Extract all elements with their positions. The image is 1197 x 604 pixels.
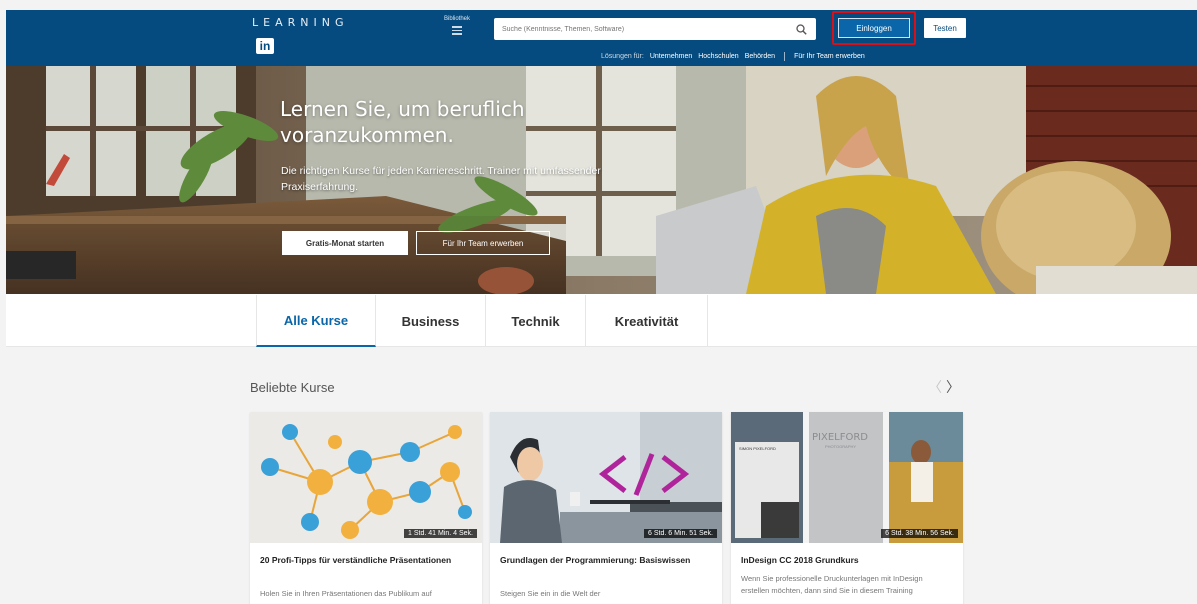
library-label: Bibliothek bbox=[443, 16, 470, 22]
solutions-link-universities[interactable]: Hochschulen bbox=[698, 53, 738, 60]
search-icon bbox=[795, 23, 807, 35]
start-free-month-button[interactable]: Gratis-Monat starten bbox=[282, 231, 408, 255]
hero-background-image bbox=[6, 66, 1197, 294]
course-card[interactable]: SIMON PIXELFORD PIXELFORD PHOTOGRAPHY 6 … bbox=[731, 412, 963, 604]
solutions-link-government[interactable]: Behörden bbox=[745, 53, 775, 60]
solutions-link-companies[interactable]: Unternehmen bbox=[650, 53, 692, 60]
thumb-person-name: SIMON PIXELFORD bbox=[739, 446, 776, 451]
top-navigation-bar: LEARNING in Bibliothek Einloggen Testen … bbox=[6, 10, 1197, 66]
search-button[interactable] bbox=[786, 18, 816, 40]
tab-creativity[interactable]: Kreativität bbox=[586, 295, 708, 347]
thumb-brand-name: PIXELFORD bbox=[812, 432, 868, 443]
network-illustration bbox=[250, 412, 482, 543]
course-thumbnail: 6 Std. 6 Min. 51 Sek. bbox=[490, 412, 722, 543]
linkedin-in-icon: in bbox=[256, 38, 274, 54]
brand-wordmark: LEARNING bbox=[252, 16, 349, 29]
duration-badge: 6 Std. 38 Min. 56 Sek. bbox=[881, 529, 958, 538]
course-title[interactable]: Grundlagen der Programmierung: Basiswiss… bbox=[500, 553, 712, 567]
team-purchase-link[interactable]: Für Ihr Team erwerben bbox=[794, 53, 865, 60]
hero-banner: Lernen Sie, um beruflich voranzukommen. … bbox=[6, 66, 1197, 294]
try-button[interactable]: Testen bbox=[924, 18, 966, 38]
hero-subtitle: Die richtigen Kurse für jeden Karrieresc… bbox=[281, 165, 601, 193]
page: LEARNING in Bibliothek Einloggen Testen … bbox=[0, 0, 1197, 604]
carousel-next-arrow-icon[interactable]: 〉 bbox=[946, 377, 960, 397]
course-title[interactable]: 20 Profi-Tipps für verständliche Präsent… bbox=[260, 553, 472, 567]
course-description: Holen Sie in Ihren Präsentationen das Pu… bbox=[260, 589, 432, 598]
tab-all-courses[interactable]: Alle Kurse bbox=[256, 295, 376, 347]
section-title: Beliebte Kurse bbox=[250, 380, 335, 395]
solutions-label: Lösungen für: bbox=[601, 53, 644, 60]
hero-title: Lernen Sie, um beruflich voranzukommen. bbox=[280, 97, 525, 147]
nav-divider bbox=[784, 52, 786, 61]
login-button[interactable]: Einloggen bbox=[838, 18, 910, 38]
duration-badge: 6 Std. 6 Min. 51 Sek. bbox=[644, 529, 717, 538]
linkedin-learning-logo[interactable]: LEARNING in bbox=[252, 16, 349, 54]
course-card[interactable]: 6 Std. 6 Min. 51 Sek. Grundlagen der Pro… bbox=[490, 412, 722, 604]
course-description: Wenn Sie professionelle Druckunterlagen … bbox=[741, 574, 923, 595]
library-menu[interactable]: Bibliothek bbox=[440, 16, 474, 37]
search-input[interactable] bbox=[494, 18, 784, 40]
solutions-nav: Lösungen für: Unternehmen Hochschulen Be… bbox=[601, 52, 865, 61]
duration-badge: 1 Std. 41 Min. 4 Sek. bbox=[404, 529, 477, 538]
thumb-brand-subtitle: PHOTOGRAPHY bbox=[825, 444, 856, 449]
tab-technology[interactable]: Technik bbox=[486, 295, 586, 347]
search-box bbox=[494, 18, 816, 40]
course-description: Steigen Sie ein in die Welt der bbox=[500, 589, 601, 598]
programmer-illustration bbox=[490, 412, 722, 543]
team-purchase-button[interactable]: Für Ihr Team erwerben bbox=[416, 231, 550, 255]
course-thumbnail: 1 Std. 41 Min. 4 Sek. bbox=[250, 412, 482, 543]
course-title[interactable]: InDesign CC 2018 Grundkurs bbox=[741, 553, 953, 567]
course-thumbnail: SIMON PIXELFORD PIXELFORD PHOTOGRAPHY 6 … bbox=[731, 412, 963, 543]
indesign-layout-illustration: SIMON PIXELFORD PIXELFORD PHOTOGRAPHY bbox=[731, 412, 963, 543]
category-tabs: Alle Kurse Business Technik Kreativität bbox=[256, 295, 708, 347]
carousel-prev-arrow-icon[interactable]: 〈 bbox=[928, 377, 942, 397]
course-card[interactable]: 1 Std. 41 Min. 4 Sek. 20 Profi-Tipps für… bbox=[250, 412, 482, 604]
category-tab-bar: Alle Kurse Business Technik Kreativität bbox=[6, 294, 1197, 347]
list-icon bbox=[452, 26, 462, 35]
tab-business[interactable]: Business bbox=[376, 295, 486, 347]
